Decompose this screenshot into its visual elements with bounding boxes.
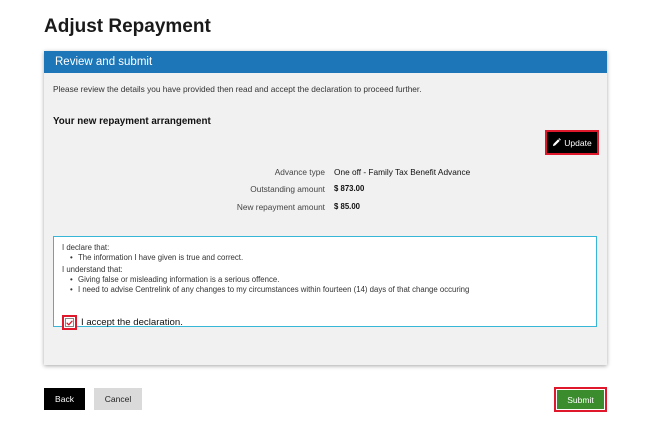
list-item: I need to advise Centrelink of any chang… — [70, 285, 588, 295]
detail-value: $ 85.00 — [334, 202, 361, 211]
review-submit-panel: Review and submit Please review the deta… — [44, 51, 607, 365]
detail-label: New repayment amount — [236, 202, 325, 212]
detail-row-new-repayment-amount: New repayment amount $ 85.00 — [53, 202, 593, 214]
detail-row-outstanding-amount: Outstanding amount $ 873.00 — [53, 184, 593, 196]
detail-label: Advance type — [274, 167, 325, 177]
submit-button[interactable]: Submit — [554, 387, 607, 412]
accept-checkbox-highlight[interactable] — [62, 315, 77, 330]
cancel-button[interactable]: Cancel — [94, 388, 142, 410]
panel-header: Review and submit — [44, 51, 607, 73]
pencil-icon — [553, 138, 562, 147]
intro-text: Please review the details you have provi… — [53, 84, 422, 94]
detail-label: Outstanding amount — [250, 184, 325, 194]
list-item: Giving false or misleading information i… — [70, 275, 588, 285]
understand-heading: I understand that: — [62, 265, 123, 274]
detail-value: One off - Family Tax Benefit Advance — [334, 167, 471, 177]
understand-list: Giving false or misleading information i… — [70, 275, 588, 295]
declaration-box: I declare that: The information I have g… — [53, 236, 597, 330]
checkmark-icon — [66, 320, 73, 325]
submit-button-inner[interactable]: Submit — [557, 390, 604, 409]
accept-label[interactable]: I accept the declaration. — [81, 317, 183, 328]
list-item: The information I have given is true and… — [70, 253, 588, 263]
section-title: Your new repayment arrangement — [53, 116, 211, 127]
declare-list: The information I have given is true and… — [70, 253, 588, 263]
detail-row-advance-type: Advance type One off - Family Tax Benefi… — [53, 167, 593, 179]
back-button[interactable]: Back — [44, 388, 85, 410]
declare-heading: I declare that: — [62, 243, 110, 252]
accept-checkbox[interactable] — [65, 318, 74, 327]
update-button[interactable]: Update — [545, 130, 599, 155]
accept-declaration-row: I accept the declaration. — [62, 315, 183, 330]
update-button-label: Update — [564, 137, 592, 148]
detail-value: $ 873.00 — [334, 184, 365, 193]
page-title: Adjust Repayment — [44, 16, 211, 37]
update-button-inner[interactable]: Update — [548, 133, 596, 152]
